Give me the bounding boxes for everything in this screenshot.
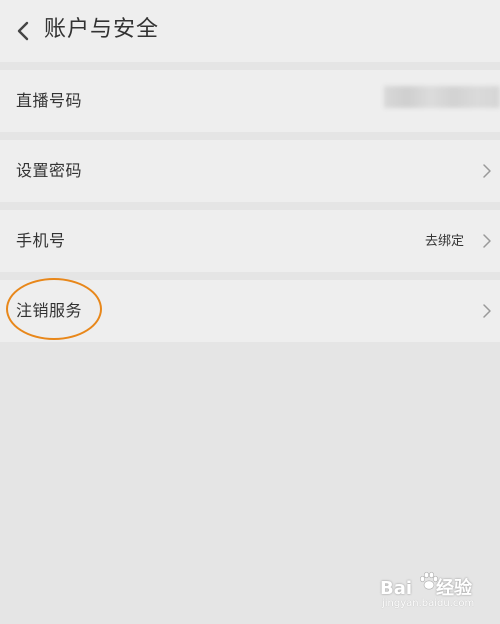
row-label: 直播号码 xyxy=(16,91,83,110)
watermark-bai: Bai xyxy=(380,578,413,599)
chevron-right-icon xyxy=(483,164,491,178)
row-label: 手机号 xyxy=(16,231,66,250)
paw-icon xyxy=(419,571,439,590)
watermark-url: jingyan.baidu.com xyxy=(382,598,475,609)
blurred-live-number xyxy=(384,86,500,108)
row-label: 设置密码 xyxy=(16,161,83,180)
bind-phone-link[interactable]: 去绑定 xyxy=(425,232,464,252)
header-bar: 账户与安全 xyxy=(0,0,500,62)
page-title: 账户与安全 xyxy=(44,17,160,42)
chevron-right-icon xyxy=(483,304,491,318)
watermark-jingyan: 经验 xyxy=(436,578,473,599)
baidu-jingyan-watermark: Bai 经验 jingyan.baidu.com xyxy=(380,570,496,620)
row-set-password[interactable]: 设置密码 xyxy=(0,140,500,202)
chevron-right-icon xyxy=(483,234,491,248)
highlight-circle xyxy=(6,278,102,340)
row-phone-number[interactable]: 手机号 去绑定 xyxy=(0,210,500,272)
chevron-left-icon[interactable] xyxy=(12,17,36,45)
